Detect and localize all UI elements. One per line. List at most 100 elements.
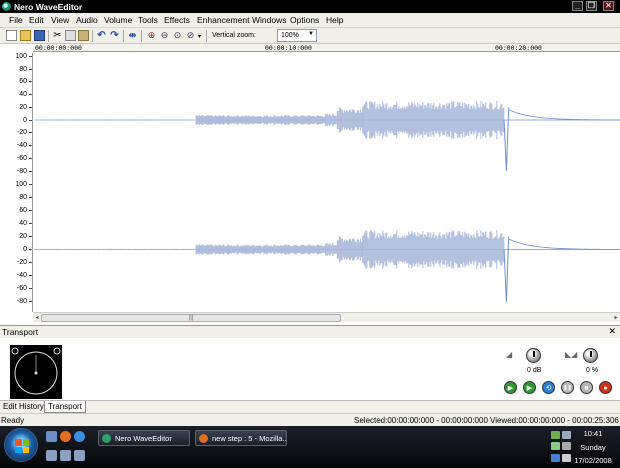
paste-icon[interactable] bbox=[78, 30, 89, 41]
new-icon[interactable] bbox=[6, 30, 17, 41]
taskbar-item-nero[interactable]: Nero WaveEditor bbox=[98, 430, 190, 446]
y-tick-label: 100 bbox=[15, 181, 27, 188]
tray-icon[interactable] bbox=[551, 442, 560, 450]
network-tray-icon[interactable] bbox=[551, 431, 560, 439]
transport-title: Transport bbox=[2, 327, 39, 337]
y-tick-mark bbox=[29, 288, 32, 290]
menu-options[interactable]: Options bbox=[290, 15, 319, 25]
waveform-samples bbox=[34, 100, 620, 172]
scroll-right-icon[interactable]: ▸ bbox=[612, 314, 620, 322]
close-icon[interactable]: ✕ bbox=[608, 326, 616, 337]
stop-button[interactable]: ■ bbox=[580, 381, 593, 394]
menu-file[interactable]: File bbox=[9, 15, 23, 25]
y-tick-mark bbox=[29, 132, 32, 134]
undo-icon[interactable]: ↶ bbox=[96, 30, 107, 41]
panel-tabs: Edit History Transport bbox=[0, 400, 620, 413]
zoom-selection-icon[interactable]: ⊘ bbox=[185, 30, 196, 41]
channel-2-waveform[interactable] bbox=[34, 181, 620, 312]
turntable-display bbox=[10, 345, 62, 399]
status-viewed: Viewed:00:00:00:000 - 00:00:25:306 bbox=[490, 416, 619, 425]
play-button[interactable]: ▶ bbox=[504, 381, 517, 394]
y-tick-mark bbox=[29, 210, 32, 212]
menu-bar: File Edit View Audio Volume Tools Effect… bbox=[0, 13, 620, 28]
close-button[interactable]: ✕ bbox=[603, 1, 614, 11]
y-tick-label: -80 bbox=[16, 298, 27, 306]
firefox-icon[interactable] bbox=[60, 431, 71, 442]
zoom-in-icon[interactable]: ⊕ bbox=[146, 30, 157, 41]
menu-effects[interactable]: Effects bbox=[164, 15, 190, 25]
channel-1-waveform[interactable] bbox=[34, 53, 620, 181]
menu-view[interactable]: View bbox=[51, 15, 69, 25]
toolbar: ✂ ↶ ↷ ⇹ ⊕ ⊖ ⊙ ⊘ ▾ Vertical zoom: 100% ▼ bbox=[0, 28, 620, 44]
status-bar: Ready Selected:00:00:00:000 - 00:00:00:0… bbox=[0, 413, 620, 426]
open-icon[interactable] bbox=[20, 30, 31, 41]
chevron-down-icon: ▼ bbox=[308, 31, 314, 37]
menu-volume[interactable]: Volume bbox=[104, 15, 132, 25]
nero-app-icon bbox=[2, 2, 11, 11]
loop-button[interactable]: ⟲ bbox=[542, 381, 555, 394]
record-button[interactable]: ● bbox=[599, 381, 612, 394]
y-tick-mark bbox=[29, 94, 32, 96]
tab-edit-history[interactable]: Edit History bbox=[0, 401, 47, 413]
y-tick-mark bbox=[29, 301, 32, 303]
start-button[interactable] bbox=[4, 428, 38, 462]
zoom-fit-icon[interactable]: ⊙ bbox=[172, 30, 183, 41]
speaker-icon: ◢ bbox=[506, 350, 513, 359]
y-tick-mark bbox=[29, 262, 32, 264]
redo-icon[interactable]: ↷ bbox=[109, 30, 120, 41]
ruler-label: 00:00:00:000 bbox=[35, 44, 82, 52]
y-tick-label: 60 bbox=[19, 207, 27, 215]
horizontal-scrollbar[interactable]: ◂ ||| ▸ bbox=[33, 312, 620, 322]
balance-knob[interactable] bbox=[583, 348, 598, 363]
internet-explorer-icon[interactable] bbox=[74, 431, 85, 442]
device-icon[interactable] bbox=[74, 450, 85, 461]
network-icon[interactable] bbox=[60, 450, 71, 461]
time-ruler[interactable]: 00:00:00:000 00:00:10:000 00:00:20:000 bbox=[33, 44, 620, 52]
vertical-zoom-select[interactable]: 100% ▼ bbox=[277, 29, 317, 42]
show-desktop-icon[interactable] bbox=[46, 431, 57, 442]
window-title: Nero WaveEditor bbox=[14, 2, 83, 12]
ruler-label: 00:00:10:000 bbox=[265, 44, 312, 52]
toolbar-separator bbox=[48, 30, 49, 42]
vertical-zoom-label: Vertical zoom: bbox=[212, 32, 256, 39]
split-icon[interactable]: ⇹ bbox=[127, 30, 138, 41]
minimize-button[interactable]: _ bbox=[572, 1, 583, 11]
save-icon[interactable] bbox=[34, 30, 45, 41]
play-selection-button[interactable]: ▶ bbox=[523, 381, 536, 394]
tab-transport[interactable]: Transport bbox=[44, 401, 86, 413]
menu-tools[interactable]: Tools bbox=[138, 15, 158, 25]
channel-2-axis: 100 80 60 40 20 0 -20 -40 -60 -80 bbox=[0, 181, 33, 312]
menu-enhancement[interactable]: Enhancement bbox=[197, 15, 249, 25]
y-tick-label: 80 bbox=[19, 65, 27, 73]
taskbar-item-firefox[interactable]: new step : 5 - Mozilla... bbox=[195, 430, 287, 446]
cut-icon[interactable]: ✂ bbox=[52, 30, 63, 41]
y-tick-label: -40 bbox=[16, 142, 27, 150]
windows-logo-icon bbox=[15, 439, 29, 453]
menu-help[interactable]: Help bbox=[326, 15, 343, 25]
transport-header: Transport ✕ bbox=[0, 326, 620, 338]
status-text: Ready bbox=[1, 416, 25, 425]
vertical-zoom-value: 100% bbox=[281, 32, 299, 39]
toolbar-overflow-icon[interactable]: ▾ bbox=[198, 30, 204, 41]
zoom-out-icon[interactable]: ⊖ bbox=[159, 30, 170, 41]
taskbar: Nero WaveEditor new step : 5 - Mozilla..… bbox=[0, 426, 620, 468]
toolbar-separator bbox=[92, 30, 93, 42]
copy-icon[interactable] bbox=[65, 30, 76, 41]
computer-icon[interactable] bbox=[46, 450, 57, 461]
wave-editor[interactable]: 00:00:00:000 00:00:10:000 00:00:20:000 1… bbox=[0, 44, 620, 325]
pause-button[interactable]: ❚❚ bbox=[561, 381, 574, 394]
y-tick-label: -20 bbox=[16, 129, 27, 137]
grip-icon: ||| bbox=[188, 315, 194, 321]
clock-time[interactable]: 10:41 bbox=[568, 429, 618, 438]
menu-edit[interactable]: Edit bbox=[29, 15, 44, 25]
y-tick-mark bbox=[29, 197, 32, 199]
bluetooth-tray-icon[interactable] bbox=[551, 454, 560, 462]
scroll-left-icon[interactable]: ◂ bbox=[33, 314, 41, 322]
restore-button[interactable]: ❐ bbox=[586, 1, 597, 11]
menu-windows[interactable]: Windows bbox=[252, 15, 286, 25]
nero-icon bbox=[102, 434, 111, 443]
menu-audio[interactable]: Audio bbox=[76, 15, 98, 25]
volume-knob[interactable] bbox=[526, 348, 541, 363]
taskbar-item-label: Nero WaveEditor bbox=[115, 434, 172, 443]
scrollbar-thumb[interactable]: ||| bbox=[41, 314, 341, 322]
